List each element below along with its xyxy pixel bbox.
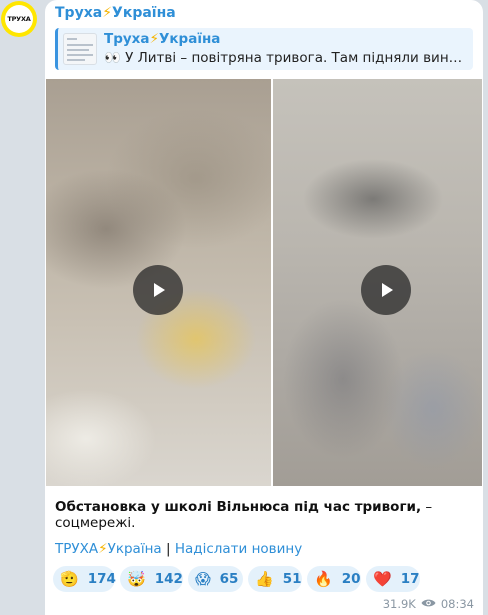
reaction-mind-blown[interactable]: 🤯 142: [120, 566, 183, 592]
reply-text: 👀 У Литві – повітряна тривога. Там підня…: [104, 50, 469, 66]
channel-name[interactable]: Труха⚡Україна: [55, 5, 176, 21]
reply-thumbnail: [63, 33, 97, 65]
caption-bold: Обстановка у школі Вільнюса під час трив…: [55, 499, 422, 515]
channel-name-part2: Україна: [112, 5, 176, 21]
reply-title-part2: Україна: [158, 31, 221, 47]
avatar-logo: ТРУХА: [5, 5, 33, 33]
channel-link-part2: Україна: [107, 541, 162, 557]
salute-icon: 🫡: [60, 570, 79, 588]
channel-link-part1: ТРУХА: [55, 541, 99, 557]
play-icon[interactable]: [361, 265, 411, 315]
reply-preview[interactable]: Труха⚡Україна 👀 У Литві – повітряна трив…: [55, 28, 473, 70]
channel-link[interactable]: ТРУХА⚡Україна: [55, 541, 162, 557]
video-thumbnail-1[interactable]: [46, 79, 271, 486]
link-bolt-icon: ⚡: [98, 541, 108, 557]
post-caption: Обстановка у школі Вільнюса під час трив…: [55, 499, 483, 531]
scream-icon: 😱: [195, 570, 211, 588]
reply-bolt-icon: ⚡: [149, 31, 159, 47]
reaction-thumbs-up[interactable]: 👍 51: [248, 566, 302, 592]
reply-title-part1: Труха: [104, 31, 150, 47]
thumbs-up-icon: 👍: [255, 570, 274, 588]
reaction-scream[interactable]: 😱 65: [188, 566, 243, 592]
video-thumbnail-2[interactable]: [273, 79, 482, 486]
message-meta: 31.9K 08:34: [383, 597, 474, 611]
reaction-count: 174: [87, 571, 116, 587]
channel-avatar[interactable]: ТРУХА: [1, 1, 37, 37]
message-time: 08:34: [440, 597, 474, 611]
reaction-fire[interactable]: 🔥 20: [307, 566, 361, 592]
bolt-icon: ⚡: [102, 5, 113, 21]
reaction-count: 51: [282, 571, 302, 587]
mind-blown-icon: 🤯: [127, 570, 146, 588]
send-news-link[interactable]: Надіслати новину: [175, 541, 302, 557]
heart-icon: ❤️: [373, 570, 392, 588]
message-bubble: Труха⚡Україна Труха⚡Україна 👀 У Литві – …: [45, 0, 483, 615]
play-icon[interactable]: [133, 265, 183, 315]
reply-title: Труха⚡Україна: [104, 31, 220, 47]
fire-icon: 🔥: [314, 570, 333, 588]
reaction-count: 17: [400, 571, 420, 587]
eye-icon: [421, 597, 436, 611]
link-separator: |: [161, 541, 175, 557]
post-links: ТРУХА⚡Україна | Надіслати новину: [55, 541, 302, 557]
view-count: 31.9K: [382, 597, 416, 611]
reaction-count: 20: [341, 571, 361, 587]
reaction-heart[interactable]: ❤️ 17: [366, 566, 420, 592]
channel-name-part1: Труха: [55, 5, 103, 21]
reaction-count: 65: [219, 571, 239, 587]
reaction-count: 142: [154, 571, 183, 587]
reaction-salute[interactable]: 🫡 174: [53, 566, 116, 592]
